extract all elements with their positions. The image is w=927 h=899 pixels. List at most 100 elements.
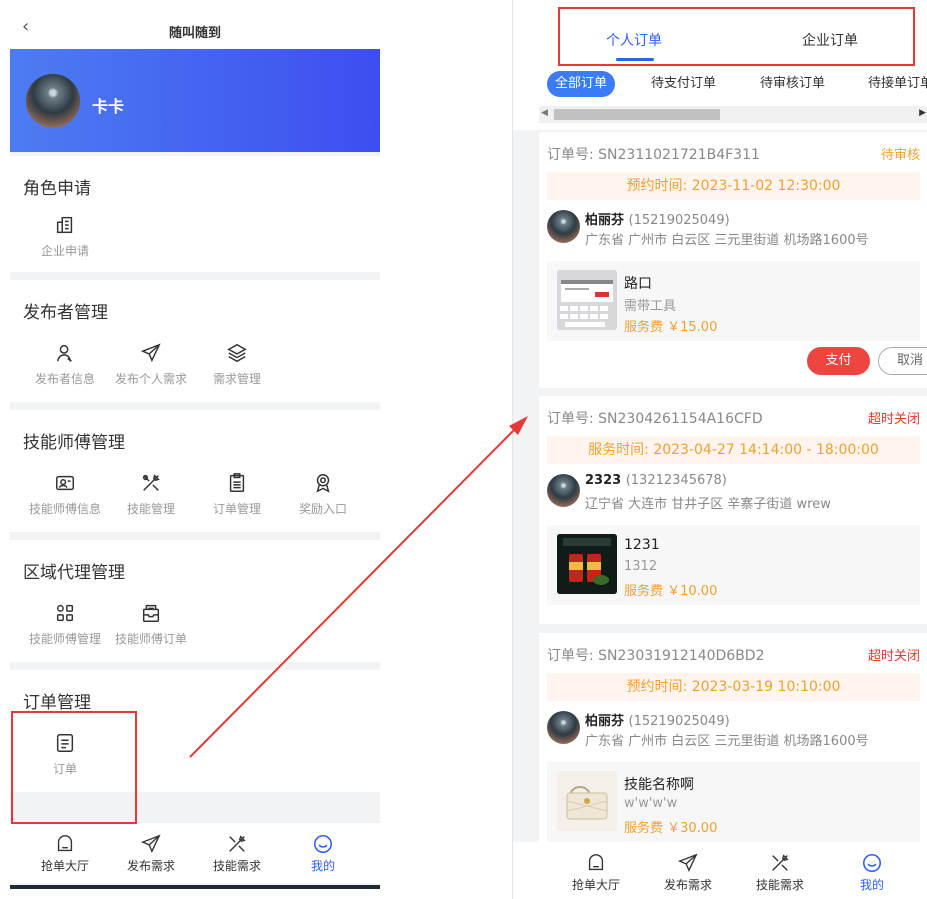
service-fee: 服务费 ￥30.00 — [624, 821, 718, 836]
avatar[interactable] — [26, 74, 80, 128]
contact-phone: (15219025049) — [628, 714, 730, 729]
menu-item-label: 技能管理 — [126, 502, 175, 516]
horizontal-scrollbar[interactable]: ◀ ▶ — [539, 106, 927, 123]
tab-mine[interactable]: 我的 — [829, 852, 915, 893]
order-time: 预约时间: 2023-11-02 12:30:00 — [547, 172, 920, 200]
left-tab-bar: 抢单大厅 发布需求 技能需求 我的 — [10, 823, 380, 883]
smile-icon — [313, 834, 333, 854]
goods-description: 1312 — [624, 559, 658, 574]
award-icon — [316, 474, 330, 493]
menu-item-label: 奖励入口 — [298, 502, 347, 516]
avatar — [547, 474, 580, 507]
section-title: 角色申请 — [23, 179, 91, 199]
contact-name: 柏丽芬 (15219025049) — [585, 209, 730, 228]
section-area-agent: 区域代理管理 技能师傅管理 技能师傅订单 — [10, 540, 380, 662]
tab-label: 发布需求 — [126, 859, 175, 873]
tab-label: 抢单大厅 — [571, 878, 620, 892]
app-screenshot-thumbnail — [557, 270, 617, 330]
inbox-icon — [142, 604, 160, 622]
highlight-box-order-tabs — [558, 7, 915, 66]
section-title: 技能师傅管理 — [23, 433, 125, 453]
menu-item-enterprise-apply[interactable]: 企业申请 — [22, 214, 108, 259]
tab-label: 发布需求 — [663, 878, 712, 892]
smile-icon — [862, 853, 882, 873]
menu-item-publisher-info[interactable]: 发布者信息 — [22, 342, 108, 387]
menu-item-publish-personal-demand[interactable]: 发布个人需求 — [108, 342, 194, 387]
goods-item[interactable]: 1231 1312 服务费 ￥10.00 — [547, 525, 920, 605]
contact-name-text: 柏丽芬 — [585, 714, 625, 729]
menu-item-reward-entry[interactable]: 奖励入口 — [280, 472, 366, 517]
menu-item-label: 技能师傅管理 — [28, 632, 101, 646]
tab-mine[interactable]: 我的 — [280, 833, 366, 874]
section-publisher: 发布者管理 发布者信息 发布个人需求 需求管理 — [10, 280, 380, 402]
status-badge: 超时关闭 — [867, 412, 920, 427]
id-card-icon — [56, 475, 74, 491]
contact-address: 辽宁省 大连市 甘井子区 辛寨子街道 wrew — [585, 497, 831, 512]
goods-item[interactable]: 路口 需带工具 服务费 ￥15.00 — [547, 261, 920, 341]
status-badge: 超时关闭 — [867, 649, 920, 664]
goods-description: w'w'w'w — [624, 796, 678, 811]
menu-item-label: 发布者信息 — [34, 372, 95, 386]
tab-skill-demand[interactable]: 技能需求 — [737, 852, 823, 893]
contact-address: 广东省 广州市 白云区 三元里街道 机场路1600号 — [585, 233, 869, 248]
clipboard-icon — [229, 473, 245, 492]
bottom-divider — [10, 885, 380, 889]
order-card[interactable]: 订单号: SN2311021721B4F311 待审核 预约时间: 2023-1… — [539, 132, 927, 388]
layers-icon — [227, 343, 247, 363]
service-fee: 服务费 ￥15.00 — [624, 320, 718, 335]
right-tab-bar: 抢单大厅 发布需求 技能需求 我的 — [513, 842, 927, 899]
send-icon — [140, 834, 161, 854]
tab-grab-hall[interactable]: 抢单大厅 — [22, 833, 108, 874]
avatar — [547, 711, 580, 744]
contact-name: 柏丽芬 (15219025049) — [585, 710, 730, 729]
menu-item-demand-management[interactable]: 需求管理 — [194, 342, 280, 387]
section-title: 发布者管理 — [23, 303, 108, 323]
scroll-left-icon[interactable]: ◀ — [541, 108, 548, 118]
filter-all-orders[interactable]: 全部订单 — [547, 71, 616, 97]
menu-item-label: 发布个人需求 — [114, 372, 187, 386]
tab-publish-demand[interactable]: 发布需求 — [645, 852, 731, 893]
tab-grab-hall[interactable]: 抢单大厅 — [553, 852, 639, 893]
goods-image — [557, 534, 617, 594]
goods-name: 1231 — [624, 537, 660, 553]
filter-pending-payment[interactable]: 待支付订单 — [643, 71, 724, 97]
contact-name-text: 柏丽芬 — [585, 213, 625, 228]
cancel-button[interactable]: 取消 — [878, 347, 927, 375]
profile-banner: 卡卡 — [10, 49, 380, 152]
home-icon — [57, 835, 73, 852]
menu-item-label: 技能师傅订单 — [114, 632, 187, 646]
tab-skill-demand[interactable]: 技能需求 — [194, 833, 280, 874]
filter-pending-accept[interactable]: 待接单订单 — [860, 71, 927, 97]
filter-pending-review[interactable]: 待审核订单 — [752, 71, 833, 97]
menu-item-label: 需求管理 — [212, 372, 261, 386]
goods-name: 路口 — [624, 276, 652, 292]
menu-item-order-management[interactable]: 订单管理 — [194, 472, 280, 517]
tab-label: 抢单大厅 — [40, 859, 89, 873]
order-number: 订单号: SN2311021721B4F311 — [547, 147, 760, 163]
contact-name-text: 2323 — [585, 473, 622, 488]
menu-item-agent-master-management[interactable]: 技能师傅管理 — [22, 602, 108, 647]
goods-description: 需带工具 — [624, 299, 677, 314]
goods-name: 技能名称啊 — [624, 777, 694, 793]
goods-item[interactable]: 技能名称啊 w'w'w'w 服务费 ￥30.00 — [547, 762, 920, 842]
section-title: 订单管理 — [23, 693, 91, 713]
send-icon — [140, 343, 161, 363]
section-role-apply: 角色申请 企业申请 — [10, 156, 380, 272]
order-card[interactable]: 订单号: SN2304261154A16CFD 超时关闭 服务时间: 2023-… — [539, 396, 927, 624]
order-time: 预约时间: 2023-03-19 10:10:00 — [547, 673, 920, 701]
scroll-right-icon[interactable]: ▶ — [919, 108, 926, 118]
pay-button[interactable]: 支付 — [807, 347, 870, 375]
menu-item-master-info[interactable]: 技能师傅信息 — [22, 472, 108, 517]
building-icon — [56, 216, 73, 234]
section-title: 区域代理管理 — [23, 563, 125, 583]
tab-publish-demand[interactable]: 发布需求 — [108, 833, 194, 874]
contact-phone: (15219025049) — [628, 213, 730, 228]
menu-item-agent-master-orders[interactable]: 技能师傅订单 — [108, 602, 194, 647]
status-badge: 待审核 — [880, 148, 920, 163]
order-card[interactable]: 订单号: SN23031912140D6BD2 超时关闭 预约时间: 2023-… — [539, 633, 927, 848]
section-skill-master: 技能师傅管理 技能师傅信息 技能管理 订单管理 奖励入口 — [10, 410, 380, 532]
scrollbar-thumb[interactable] — [554, 109, 720, 120]
tools-icon — [142, 474, 160, 491]
goods-image — [557, 771, 617, 831]
menu-item-skill-management[interactable]: 技能管理 — [108, 472, 194, 517]
